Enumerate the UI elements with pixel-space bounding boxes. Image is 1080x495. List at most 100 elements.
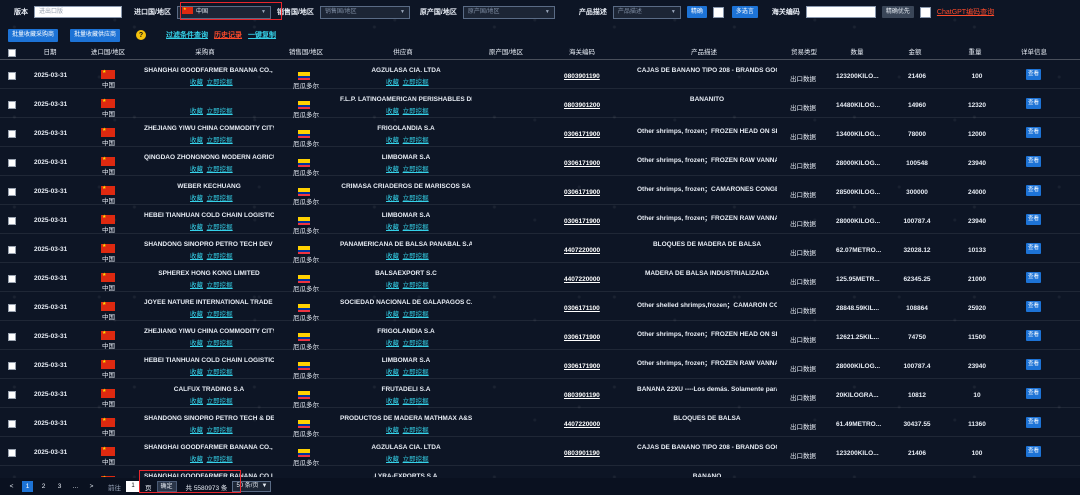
save-buyer-link[interactable]: 收藏 <box>190 427 203 434</box>
row-hs-code[interactable]: 0306171900 <box>564 363 600 370</box>
save-buyer-link[interactable]: 收藏 <box>190 108 203 115</box>
row-hs-code[interactable]: 0803901190 <box>564 392 600 399</box>
row-checkbox[interactable] <box>8 159 16 167</box>
product-desc-input[interactable]: 产品描述 ▼ <box>612 5 681 19</box>
save-supplier-link[interactable]: 收藏 <box>386 195 399 202</box>
row-hs-code[interactable]: 0803901200 <box>564 102 600 109</box>
mine-buyer-link[interactable]: 立即挖掘 <box>207 79 233 86</box>
mine-supplier-link[interactable]: 立即挖掘 <box>403 195 429 202</box>
save-supplier-link[interactable]: 收藏 <box>386 340 399 347</box>
prev-page-icon[interactable]: < <box>6 481 17 492</box>
view-detail-button[interactable]: 查看 <box>1026 98 1041 109</box>
precise-priority-checkbox[interactable] <box>919 6 931 18</box>
save-supplier-link[interactable]: 收藏 <box>386 282 399 289</box>
sales-country-select[interactable]: 销售国/地区 ▼ <box>319 5 410 19</box>
row-hs-code[interactable]: 0306171900 <box>564 189 600 196</box>
row-checkbox[interactable] <box>8 246 16 254</box>
col-weight[interactable]: 重量 <box>960 46 990 60</box>
save-buyer-link[interactable]: 收藏 <box>190 79 203 86</box>
row-checkbox[interactable] <box>8 275 16 283</box>
mine-buyer-link[interactable]: 立即挖掘 <box>207 369 233 376</box>
save-buyer-link[interactable]: 收藏 <box>190 311 203 318</box>
col-amount[interactable]: 金额 <box>900 46 930 60</box>
row-hs-code[interactable]: 0306171900 <box>564 334 600 341</box>
mine-supplier-link[interactable]: 立即挖掘 <box>403 137 429 144</box>
save-buyer-link[interactable]: 收藏 <box>190 137 203 144</box>
mine-supplier-link[interactable]: 立即挖掘 <box>403 224 429 231</box>
mine-supplier-link[interactable]: 立即挖掘 <box>403 398 429 405</box>
save-supplier-link[interactable]: 收藏 <box>386 369 399 376</box>
row-checkbox[interactable] <box>8 188 16 196</box>
save-supplier-link[interactable]: 收藏 <box>386 427 399 434</box>
page-3-button[interactable]: 3 <box>54 481 65 492</box>
view-detail-button[interactable]: 查看 <box>1026 127 1041 138</box>
multi-select-button[interactable]: 多选言 <box>731 6 758 18</box>
mine-buyer-link[interactable]: 立即挖掘 <box>207 108 233 115</box>
history-link[interactable]: 历史记录 <box>214 30 242 40</box>
origin-country-select[interactable]: 原产国/地区 ▼ <box>462 5 555 19</box>
save-buyer-link[interactable]: 收藏 <box>190 166 203 173</box>
save-buyer-link[interactable]: 收藏 <box>190 224 203 231</box>
view-detail-button[interactable]: 查看 <box>1026 330 1041 341</box>
row-checkbox[interactable] <box>8 101 16 109</box>
save-supplier-link[interactable]: 收藏 <box>386 166 399 173</box>
col-trade-type[interactable]: 贸易类型 <box>784 46 824 60</box>
save-supplier-link[interactable]: 收藏 <box>386 224 399 231</box>
mine-buyer-link[interactable]: 立即挖掘 <box>207 311 233 318</box>
col-hs-code[interactable]: 海关编码 <box>560 46 604 60</box>
goto-confirm-button[interactable]: 确定 <box>156 481 177 492</box>
mine-buyer-link[interactable]: 立即挖掘 <box>207 398 233 405</box>
save-supplier-link[interactable]: 收藏 <box>386 79 399 86</box>
col-buyer[interactable]: 采购商 <box>180 46 230 60</box>
mine-supplier-link[interactable]: 立即挖掘 <box>403 282 429 289</box>
row-hs-code[interactable]: 0803901190 <box>564 450 600 457</box>
row-checkbox[interactable] <box>8 449 16 457</box>
col-product-desc[interactable]: 产品描述 <box>680 46 728 60</box>
mine-buyer-link[interactable]: 立即挖掘 <box>207 137 233 144</box>
mine-buyer-link[interactable]: 立即挖掘 <box>207 427 233 434</box>
mine-supplier-link[interactable]: 立即挖掘 <box>403 166 429 173</box>
select-all-checkbox[interactable] <box>8 49 16 57</box>
row-hs-code[interactable]: 4407220000 <box>564 247 600 254</box>
view-detail-button[interactable]: 查看 <box>1026 388 1041 399</box>
save-supplier-link[interactable]: 收藏 <box>386 108 399 115</box>
mine-supplier-link[interactable]: 立即挖掘 <box>403 79 429 86</box>
col-origin-country[interactable]: 原产国/地区 <box>482 46 530 60</box>
per-page-select[interactable]: 50 条/页 ▼ <box>232 481 272 492</box>
save-buyer-link[interactable]: 收藏 <box>190 369 203 376</box>
mine-buyer-link[interactable]: 立即挖掘 <box>207 195 233 202</box>
batch-save-suppliers-button[interactable]: 批量收藏供应商 <box>70 28 121 42</box>
save-buyer-link[interactable]: 收藏 <box>190 456 203 463</box>
batch-save-buyers-button[interactable]: 批量收藏采购商 <box>8 28 59 42</box>
version-input[interactable]: 进出口版 <box>34 6 122 18</box>
mine-buyer-link[interactable]: 立即挖掘 <box>207 166 233 173</box>
mine-buyer-link[interactable]: 立即挖掘 <box>207 282 233 289</box>
save-buyer-link[interactable]: 收藏 <box>190 398 203 405</box>
row-hs-code[interactable]: 4407220000 <box>564 276 600 283</box>
col-detail[interactable]: 详单信息 <box>1014 46 1054 60</box>
import-country-select[interactable]: 中国 ▼ <box>176 5 271 19</box>
precise-priority-button[interactable]: 精确优先 <box>881 6 914 18</box>
view-detail-button[interactable]: 查看 <box>1026 69 1041 80</box>
view-detail-button[interactable]: 查看 <box>1026 156 1041 167</box>
goto-page-input[interactable]: 1 <box>126 481 140 492</box>
row-hs-code[interactable]: 0306171900 <box>564 160 600 167</box>
col-supplier[interactable]: 供应商 <box>378 46 428 60</box>
view-detail-button[interactable]: 查看 <box>1026 185 1041 196</box>
row-checkbox[interactable] <box>8 130 16 138</box>
row-checkbox[interactable] <box>8 333 16 341</box>
mine-supplier-link[interactable]: 立即挖掘 <box>403 340 429 347</box>
view-detail-button[interactable]: 查看 <box>1026 272 1041 283</box>
view-detail-button[interactable]: 查看 <box>1026 417 1041 428</box>
hs-code-input[interactable] <box>805 6 876 18</box>
save-buyer-link[interactable]: 收藏 <box>190 195 203 202</box>
row-checkbox[interactable] <box>8 362 16 370</box>
col-date[interactable]: 日期 <box>30 46 70 60</box>
row-hs-code[interactable]: 0803901190 <box>564 73 600 80</box>
row-checkbox[interactable] <box>8 72 16 80</box>
view-detail-button[interactable]: 查看 <box>1026 243 1041 254</box>
precise-checkbox[interactable] <box>712 6 724 18</box>
row-hs-code[interactable]: 0306171900 <box>564 131 600 138</box>
next-page-icon[interactable]: > <box>86 481 97 492</box>
save-supplier-link[interactable]: 收藏 <box>386 398 399 405</box>
